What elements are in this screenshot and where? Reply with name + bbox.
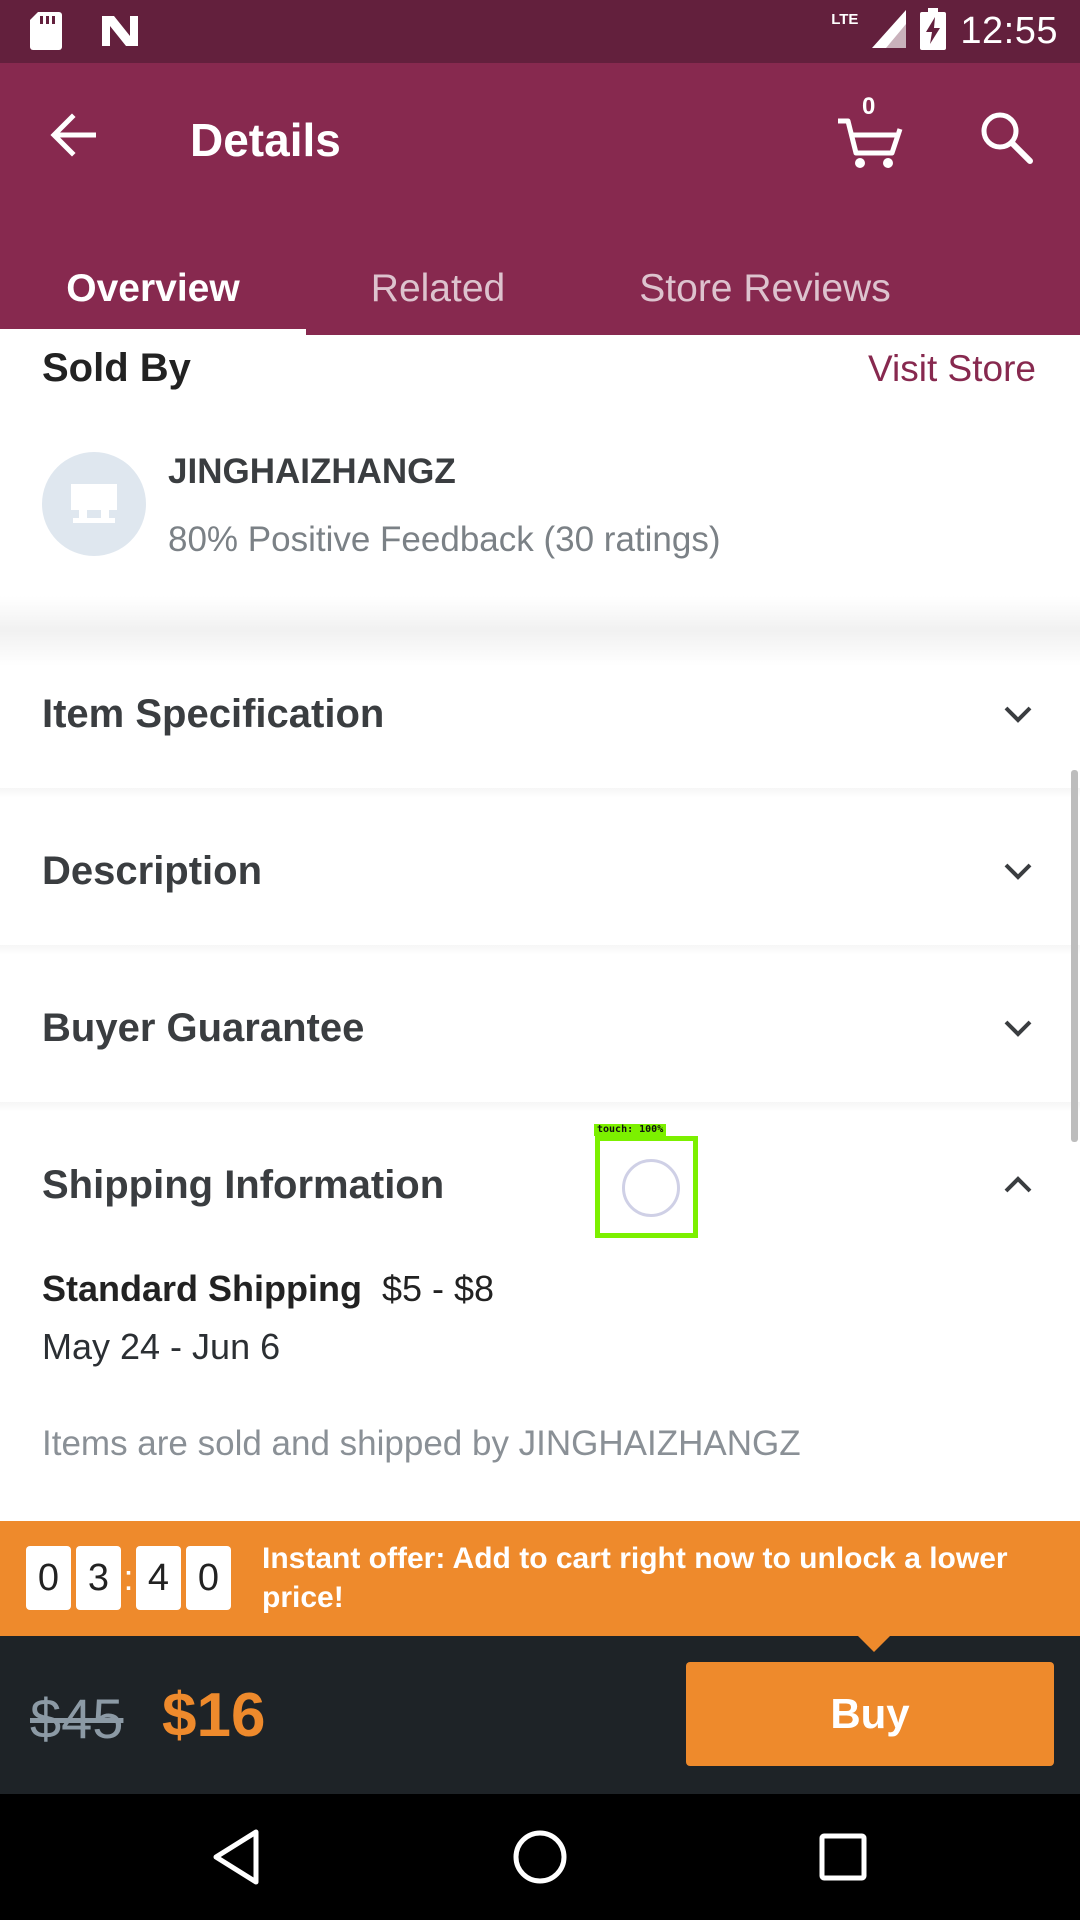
scrollbar[interactable] (1071, 770, 1078, 1142)
tab-bar: Overview Related Store Reviews (0, 243, 1080, 335)
nav-recents-icon[interactable] (810, 1824, 876, 1890)
page-title: Details (190, 114, 341, 166)
tab-indicator (0, 329, 306, 335)
back-button[interactable] (42, 103, 106, 167)
signal-icon (872, 10, 907, 53)
shipping-dates: May 24 - Jun 6 (42, 1326, 281, 1367)
section-description[interactable]: Description (0, 797, 1080, 945)
touch-point-icon (622, 1159, 680, 1217)
chevron-down-icon (1004, 706, 1032, 723)
cart-button[interactable]: 0 (836, 93, 906, 171)
app-bar: Details 0 Overview Related Store Reviews (0, 63, 1080, 335)
touch-indicator (595, 1136, 698, 1238)
n-logo-icon (100, 14, 140, 53)
shipping-note: Items are sold and shipped by JINGHAIZHA… (42, 1424, 801, 1463)
status-bar: LTE 12:55 (0, 0, 1080, 63)
offer-pointer (856, 1634, 892, 1652)
purchase-bar: $45 $16 Buy (0, 1636, 1080, 1794)
back-arrow-icon (50, 113, 96, 157)
shipping-price: $5 - $8 (382, 1268, 495, 1309)
section-shipping-information[interactable]: Shipping Information (0, 1111, 1080, 1259)
cart-count-badge: 0 (862, 93, 876, 120)
offer-text: Instant offer: Add to cart right now to … (262, 1542, 1008, 1614)
section-label: Item Specification (42, 691, 385, 736)
tab-overview[interactable]: Overview (0, 243, 306, 335)
countdown-digit: 0 (26, 1546, 71, 1610)
chevron-down-icon (1004, 863, 1032, 880)
countdown-digit: 3 (76, 1546, 121, 1610)
section-label: Buyer Guarantee (42, 1005, 365, 1050)
chevron-up-icon (1004, 1176, 1032, 1193)
chevron-down-icon (1004, 1020, 1032, 1037)
battery-charging-icon (920, 8, 947, 55)
countdown-timer: 0 3 : 4 0 (26, 1546, 231, 1610)
buy-button[interactable]: Buy (686, 1662, 1054, 1766)
sd-card-icon (30, 12, 62, 55)
visit-store-link[interactable]: Visit Store (868, 348, 1036, 390)
section-label: Shipping Information (42, 1162, 445, 1207)
shipping-method: Standard Shipping $5 - $8 (42, 1268, 494, 1310)
system-nav-bar (0, 1794, 1080, 1920)
tab-store-reviews[interactable]: Store Reviews (600, 243, 930, 335)
touch-indicator-label: touch: 100% (594, 1124, 667, 1136)
countdown-digit: 4 (136, 1546, 181, 1610)
section-label: Description (42, 848, 263, 893)
store-name[interactable]: JINGHAIZHANGZ (168, 452, 456, 492)
store-feedback: 80% Positive Feedback (30 ratings) (168, 520, 721, 559)
section-item-specification[interactable]: Item Specification (0, 640, 1080, 788)
tab-related[interactable]: Related (306, 243, 570, 335)
shipping-method-name: Standard Shipping (42, 1268, 362, 1309)
nav-home-icon[interactable] (507, 1824, 573, 1890)
sold-by-heading: Sold By (42, 346, 191, 390)
search-icon (981, 112, 1033, 164)
clock: 12:55 (960, 10, 1058, 52)
instant-offer-banner[interactable]: 0 3 : 4 0 Instant offer: Add to cart rig… (0, 1521, 1080, 1636)
network-type: LTE (831, 11, 859, 28)
countdown-separator: : (123, 1557, 134, 1598)
sale-price: $16 (162, 1681, 266, 1750)
search-button[interactable] (976, 107, 1036, 167)
original-price: $45 (30, 1687, 124, 1750)
countdown-digit: 0 (186, 1546, 231, 1610)
section-buyer-guarantee[interactable]: Buyer Guarantee (0, 954, 1080, 1102)
store-avatar[interactable] (42, 452, 146, 556)
nav-back-icon[interactable] (206, 1824, 272, 1890)
storefront-icon (71, 484, 117, 523)
